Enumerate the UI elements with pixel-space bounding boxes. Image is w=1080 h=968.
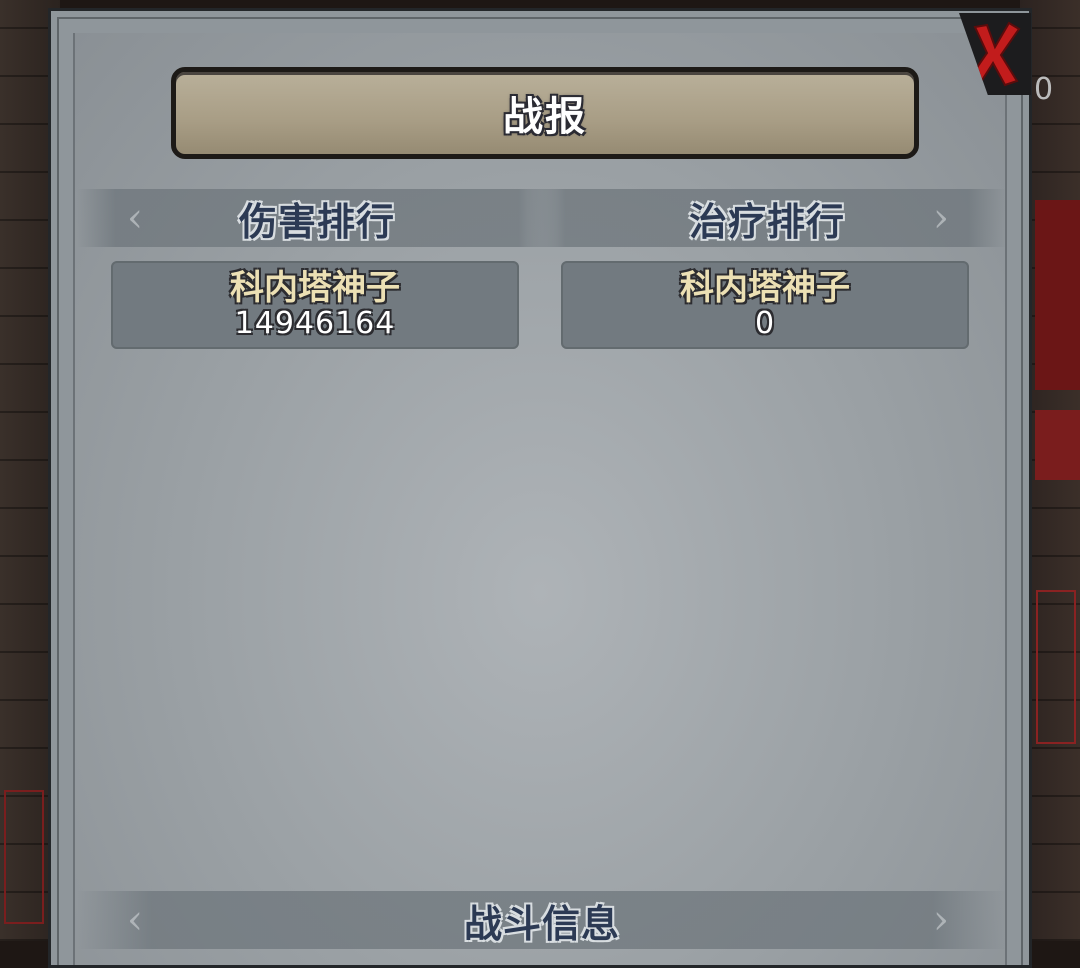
battle-info-header: ‹ 战斗信息 ›: [77, 891, 1007, 949]
dialog-title: 战报: [503, 94, 587, 140]
damage-ranking-entry: 科内塔神子 14946164: [111, 261, 519, 349]
player-name: 科内塔神子: [680, 268, 850, 308]
scroll-ornament-icon: ‹: [127, 897, 143, 943]
background-red-panel: [1035, 200, 1080, 390]
background-counter: 0: [1034, 72, 1054, 107]
scroll-ornament-icon: ›: [933, 897, 949, 943]
healing-value: 0: [754, 306, 776, 341]
title-banner: 战报: [171, 67, 919, 159]
damage-ranking-header: ‹ 伤害排行: [77, 189, 557, 247]
healing-ranking-title: 治疗排行: [688, 199, 845, 244]
damage-ranking-title: 伤害排行: [238, 199, 395, 244]
healing-ranking-entry: 科内塔神子 0: [561, 261, 969, 349]
healing-ranking-header: › 治疗排行: [527, 189, 1007, 247]
background-red-frame: [1036, 590, 1076, 744]
scroll-ornament-icon: ›: [933, 195, 949, 241]
scroll-ornament-icon: ‹: [127, 195, 143, 241]
background-red-panel: [1035, 410, 1080, 480]
background-red-frame: [4, 790, 44, 924]
battle-info-title: 战斗信息: [463, 901, 620, 946]
battle-report-dialog: 战报 ‹ 伤害排行 › 治疗排行 科内塔神子 14946164 科内塔神子 0 …: [48, 8, 1032, 968]
dialog-body: [73, 33, 1007, 965]
player-name: 科内塔神子: [230, 268, 400, 308]
damage-value: 14946164: [234, 306, 396, 341]
